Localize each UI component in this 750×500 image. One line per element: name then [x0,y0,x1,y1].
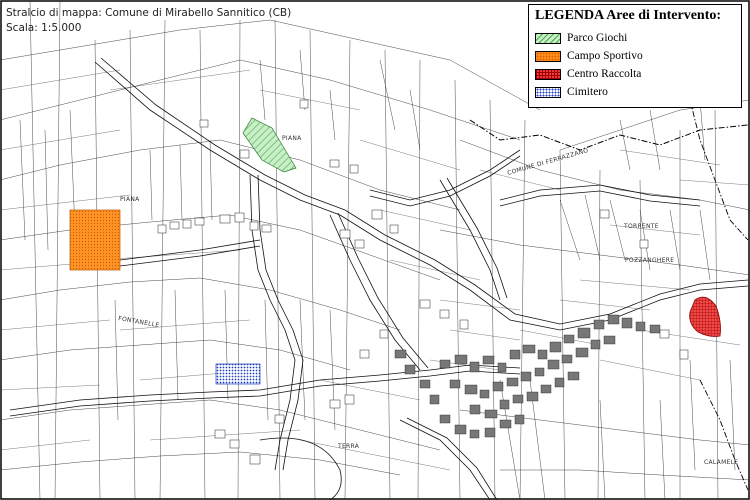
municipal-boundary [469,119,749,151]
place-label-fontanelle: FONTANELLE [118,315,160,329]
cimitero-swatch [535,86,561,98]
legend-label: Centro Raccolta [567,68,642,80]
centro-raccolta-swatch [535,68,561,80]
legend-title: LEGENDA Aree di Intervento: [535,8,722,23]
parco-giochi-swatch [535,32,561,44]
town-center [394,314,661,439]
place-label-piana: PIANA [120,196,140,203]
parco-giochi-area [242,117,297,173]
legend-item-parco-giochi: Parco Giochi [535,30,627,46]
legend-label: Parco Giochi [567,32,628,44]
place-label-terra: TERRA [337,443,360,450]
boundary-bottom-right [699,379,749,491]
boundary-right [689,99,749,241]
cimitero-area [215,363,261,385]
map-title-block: Stralcio di mappa: Comune di Mirabello S… [6,6,291,36]
campo-sportivo-swatch [535,50,561,62]
legend-item-cimitero: Cimitero [535,84,608,100]
centro-raccolta-area [689,296,721,337]
legend-label: Cimitero [567,86,608,98]
place-label-piana-top: PIANA [282,135,302,142]
place-label-calamele: CALAMELE [704,459,738,466]
buildings [157,99,689,465]
campo-sportivo-area [69,209,121,271]
legend-label: Campo Sportivo [567,50,643,62]
place-label-torrente: TORRENTE [623,223,659,230]
place-label-pozzanghere: POZZANGHERE [625,257,674,264]
legend-item-campo-sportivo: Campo Sportivo [535,48,643,64]
legend-item-centro-raccolta: Centro Raccolta [535,66,641,82]
legend-box: LEGENDA Aree di Intervento: Parco Giochi… [528,4,742,108]
map-title: Stralcio di mappa: Comune di Mirabello S… [6,7,292,19]
map-scale: Scala: 1:5.000 [6,22,82,34]
